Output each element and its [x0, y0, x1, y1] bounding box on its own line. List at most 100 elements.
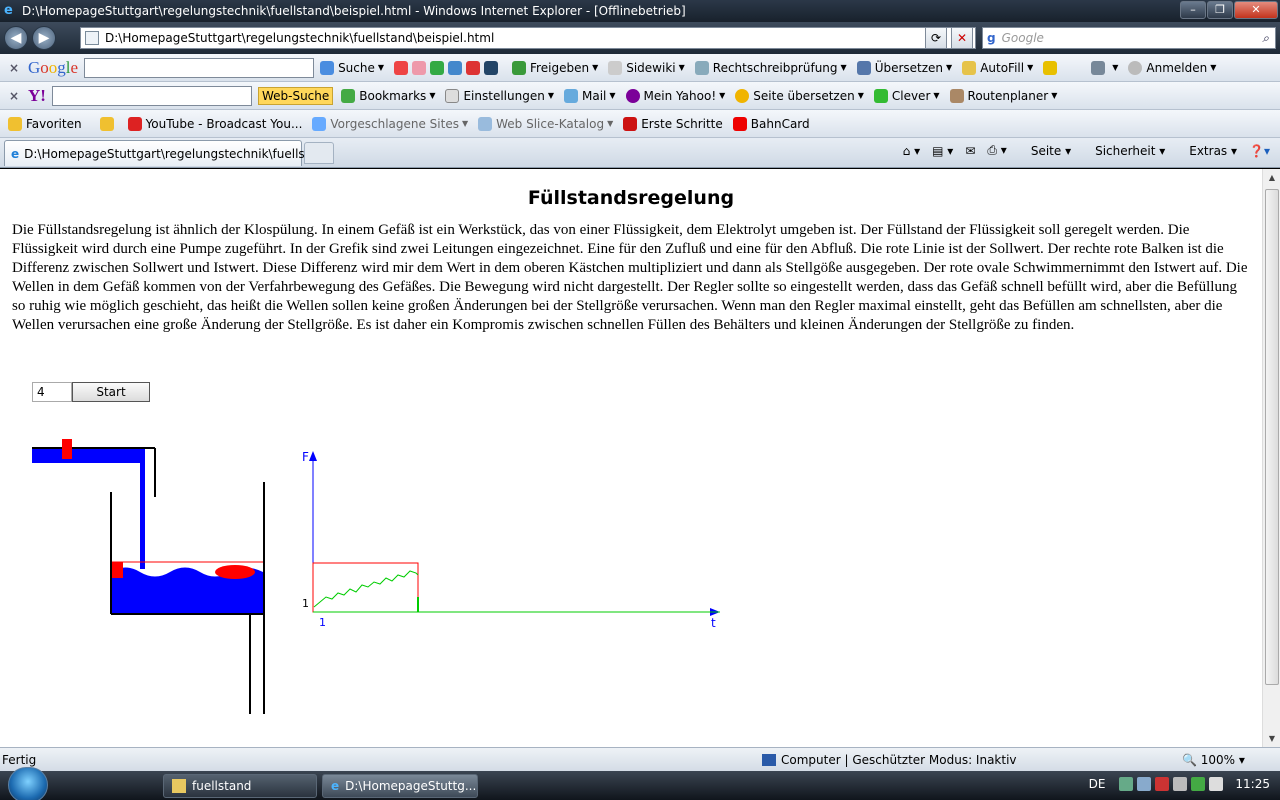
pencil-icon[interactable]: [1043, 60, 1061, 75]
clever-button[interactable]: Clever ▼: [873, 88, 940, 103]
fill-trace: [313, 570, 419, 608]
y-axis-arrow: [309, 451, 317, 461]
clock[interactable]: 11:25: [1235, 777, 1270, 791]
x-tick-label: 1: [319, 616, 326, 629]
bookmarks-button[interactable]: Bookmarks ▼: [341, 88, 435, 103]
y-axis-label: F: [302, 450, 309, 464]
command-bar: ⌂ ▾ ▤ ▾ ✉ ⎙ ▾ Seite ▾ Sicherheit ▾ Extra…: [891, 143, 1270, 158]
google-logo: Google: [28, 57, 79, 77]
minimize-button[interactable]: –: [1180, 1, 1206, 19]
stop-icon[interactable]: ✕: [951, 27, 973, 49]
page-title: Füllstandsregelung: [527, 187, 735, 209]
taskbar: fuellstand e D:\HomepageStuttg... DE 11:…: [0, 767, 1280, 800]
folder-icon: [172, 779, 186, 793]
window-title: D:\HomepageStuttgart\regelungstechnik\fu…: [22, 4, 686, 18]
back-button[interactable]: ◀: [4, 26, 28, 50]
response-graph: F t 1 1: [302, 450, 720, 630]
tray-icon: [1155, 777, 1170, 791]
uebersetzen-button[interactable]: Übersetzen ▼: [856, 60, 952, 75]
anmelden-button[interactable]: Anmelden ▼: [1128, 60, 1216, 75]
scroll-thumb[interactable]: [1265, 189, 1279, 685]
tray-icon: [1119, 777, 1134, 791]
language-indicator[interactable]: DE: [1089, 777, 1106, 791]
fav-item-youtube[interactable]: YouTube - Broadcast You...: [127, 116, 302, 131]
ie-icon: e: [4, 3, 13, 18]
refresh-icon[interactable]: ⟳: [925, 27, 947, 49]
x-axis-label: t: [711, 616, 716, 630]
computer-icon: [762, 753, 776, 766]
start-button-orb[interactable]: [8, 767, 48, 800]
status-bar: Fertig Computer | Geschützter Modus: Ina…: [0, 747, 1280, 771]
favoriten-button[interactable]: Favoriten: [8, 116, 82, 131]
fav-item-erste-schritte[interactable]: Erste Schritte: [623, 116, 723, 131]
ie-icon: e: [331, 779, 340, 793]
start-button[interactable]: Start: [72, 382, 150, 402]
address-row: ◀ ▶ D:\HomepageStuttgart\regelungstechni…: [0, 22, 1280, 54]
tray-icon: [1137, 777, 1152, 791]
close-toolbar-icon[interactable]: ×: [0, 89, 28, 103]
extras-menu[interactable]: Extras ▾: [1177, 144, 1237, 158]
einstellungen-button[interactable]: Einstellungen ▼: [445, 88, 554, 103]
google-suche-button[interactable]: Suche ▼: [320, 60, 384, 75]
google-toolbar: × Google Suche ▼ Freigeben ▼ Sidewiki ▼ Rec…: [0, 54, 1280, 82]
sidewiki-button[interactable]: Sidewiki ▼: [608, 60, 685, 75]
routenplaner-button[interactable]: Routenplaner ▼: [949, 88, 1057, 103]
mail-icon[interactable]: ✉: [965, 144, 975, 158]
mail-button[interactable]: Mail ▼: [563, 88, 616, 103]
tray-icon: [1173, 777, 1188, 791]
taskbar-item-ie[interactable]: e D:\HomepageStuttg...: [322, 774, 478, 798]
seite-menu[interactable]: Seite ▾: [1019, 144, 1071, 158]
scroll-up-icon[interactable]: ▲: [1263, 169, 1280, 186]
help-icon[interactable]: ❓▾: [1249, 144, 1270, 158]
toolbar-icons[interactable]: [394, 60, 502, 75]
pump-marker: [62, 439, 72, 459]
fav-item-web-slice-katalog[interactable]: Web Slice-Katalog ▼: [478, 116, 613, 131]
print-icon[interactable]: ⎙ ▾: [987, 143, 1006, 158]
taskbar-item-fuellstand[interactable]: fuellstand: [163, 774, 317, 798]
page-icon: [85, 31, 99, 45]
freigeben-button[interactable]: Freigeben ▼: [512, 60, 598, 75]
feeds-icon[interactable]: ▤ ▾: [932, 144, 953, 158]
y-tick-label: 1: [302, 597, 309, 610]
search-input[interactable]: g Google ⌕: [982, 27, 1276, 49]
tank-simulation: [32, 439, 265, 714]
search-icon[interactable]: ⌕: [1262, 31, 1269, 46]
float-oval: [215, 565, 255, 579]
yahoo-toolbar: × Y! Web-Suche Bookmarks ▼ Einstellungen ▼…: [0, 82, 1280, 110]
close-button[interactable]: ✕: [1234, 1, 1278, 19]
fav-item-vorgeschlagene-sites[interactable]: Vorgeschlagene Sites ▼: [312, 116, 468, 131]
maximize-button[interactable]: ❐: [1207, 1, 1233, 19]
home-icon[interactable]: ⌂ ▾: [903, 144, 920, 158]
new-tab-button[interactable]: [304, 142, 334, 164]
tab-label: D:\HomepageStuttgart\regelungstechnik\fu…: [24, 146, 329, 161]
tab-active[interactable]: e D:\HomepageStuttgart\regelungstechnik\…: [4, 140, 328, 166]
address-bar[interactable]: D:\HomepageStuttgart\regelungstechnik\fu…: [80, 27, 976, 49]
close-toolbar-icon[interactable]: ×: [0, 61, 28, 75]
protected-mode-status: Computer | Geschützter Modus: Inaktiv: [762, 753, 1142, 767]
autofill-button[interactable]: AutoFill ▼: [962, 60, 1033, 75]
add-favorite-icon[interactable]: [99, 116, 118, 131]
mein-yahoo-button[interactable]: Mein Yahoo! ▼: [625, 88, 725, 103]
ie-icon: e: [11, 146, 20, 161]
rechtschreibpruefung-button[interactable]: Rechtschreibprüfung ▼: [694, 60, 847, 75]
scroll-down-icon[interactable]: ▼: [1263, 730, 1280, 747]
zoom-control[interactable]: 🔍 100% ▾: [1182, 753, 1245, 767]
gain-input[interactable]: 4: [32, 382, 72, 402]
web-suche-button[interactable]: Web-Suche: [257, 86, 334, 105]
vertical-scrollbar[interactable]: ▲ ▼: [1262, 169, 1280, 747]
yahoo-logo: Y!: [28, 85, 46, 105]
status-text: Fertig: [2, 752, 37, 767]
sicherheit-menu[interactable]: Sicherheit ▾: [1083, 144, 1165, 158]
address-url: D:\HomepageStuttgart\regelungstechnik\fu…: [105, 31, 495, 45]
yahoo-search-field[interactable]: [51, 85, 252, 106]
difference-bar: [112, 562, 123, 578]
favorites-bar: Favoriten YouTube - Broadcast You... Vor…: [0, 110, 1280, 138]
page-body-text: Die Füllstandsregelung ist ähnlich der K…: [12, 222, 1248, 333]
fav-item-bahncard[interactable]: BahnCard: [732, 116, 810, 131]
volume-icon: [1209, 777, 1224, 791]
wrench-icon[interactable]: ▼: [1091, 60, 1118, 75]
inflow-pipe: [32, 449, 144, 463]
google-search-field[interactable]: [84, 57, 315, 78]
seite-uebersetzen-button[interactable]: Seite übersetzen ▼: [735, 88, 864, 103]
forward-button[interactable]: ▶: [32, 26, 56, 50]
